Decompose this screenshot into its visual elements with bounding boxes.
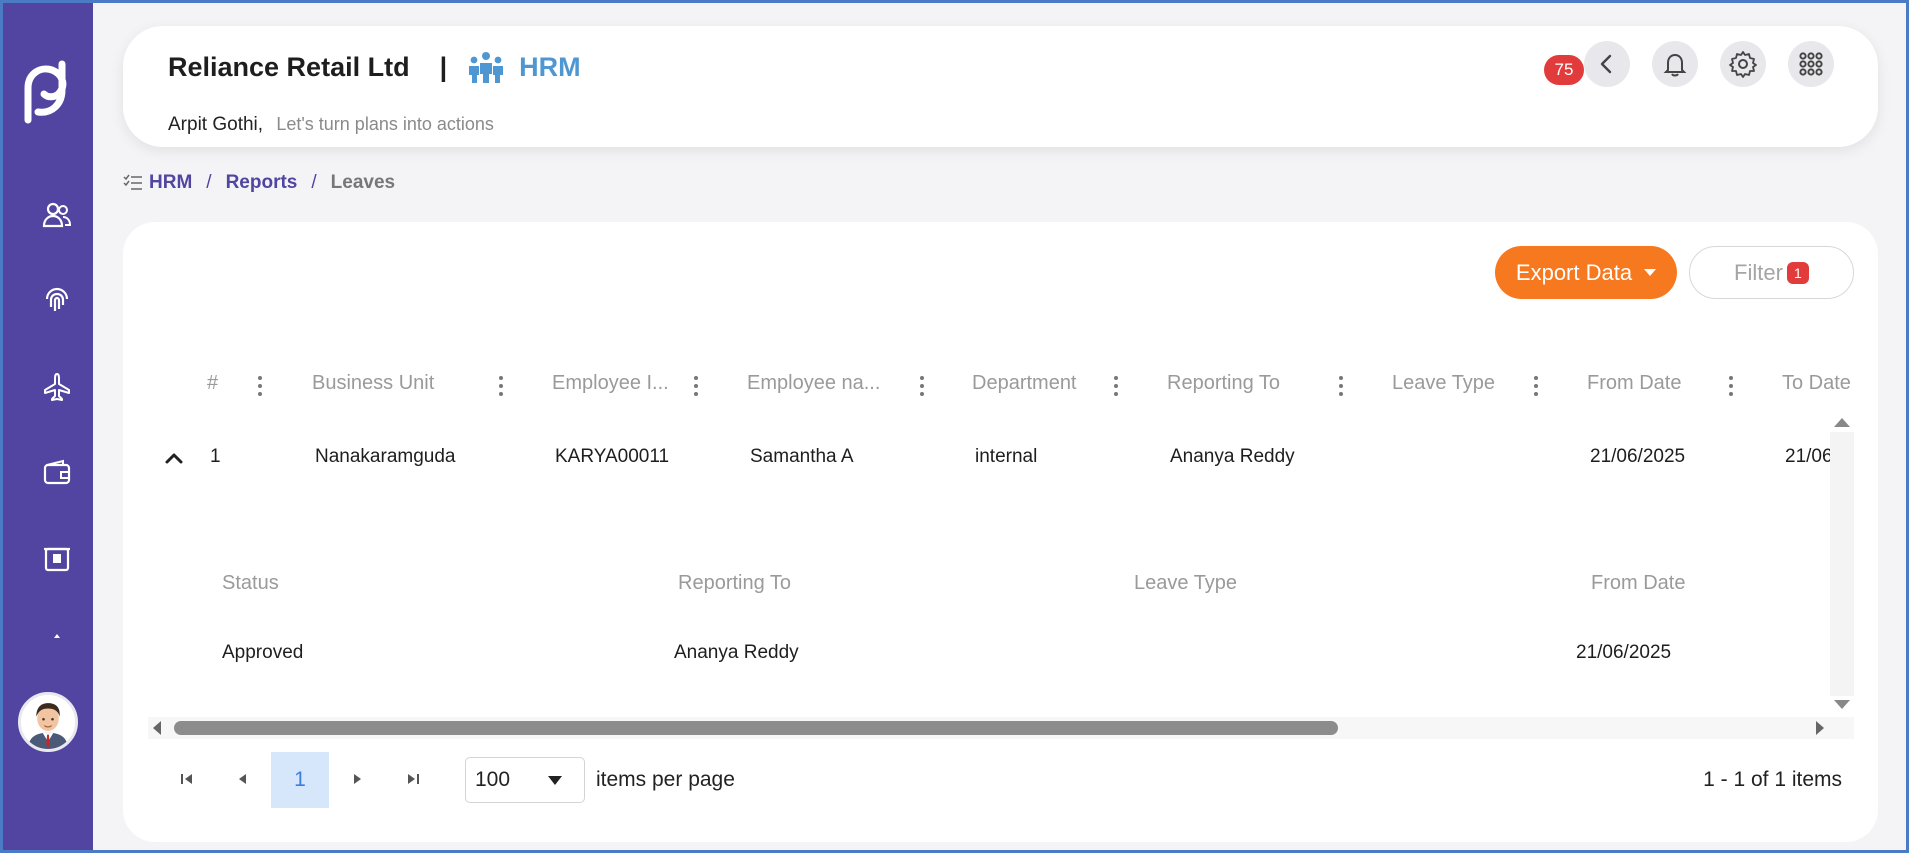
column-header-index[interactable]: # xyxy=(207,372,218,402)
horizontal-scroll-thumb[interactable] xyxy=(174,721,1338,735)
column-header-employee-id[interactable]: Employee I... xyxy=(552,372,669,402)
first-page-icon xyxy=(181,774,192,784)
column-menu-icon[interactable] xyxy=(693,376,699,398)
detail-header-from-date: From Date xyxy=(1591,572,1686,594)
id-card-icon[interactable] xyxy=(40,542,74,576)
back-button[interactable] xyxy=(1584,41,1630,87)
column-header-reporting-to[interactable]: Reporting To xyxy=(1167,372,1280,402)
title-separator: | xyxy=(439,51,448,82)
column-header-employee-name[interactable]: Employee na... xyxy=(747,372,880,402)
wallet-icon[interactable] xyxy=(40,456,74,490)
previous-page-icon xyxy=(239,774,246,784)
collapse-row-icon[interactable] xyxy=(163,447,185,469)
dropdown-caret-icon xyxy=(548,776,562,785)
detail-header-reporting-to: Reporting To xyxy=(678,572,792,594)
detail-from-date: 21/06/2025 xyxy=(1576,642,1672,663)
cell-department: internal xyxy=(975,446,1038,467)
column-header-from-date[interactable]: From Date xyxy=(1587,372,1681,402)
users-icon[interactable] xyxy=(40,198,74,232)
export-data-label: Export Data xyxy=(1515,259,1633,285)
breadcrumb: HRM / Reports / Leaves xyxy=(123,172,395,194)
filter-count-badge: 1 xyxy=(1786,261,1809,284)
breadcrumb-separator: / xyxy=(311,172,317,193)
pager-info: 1 - 1 of 1 items xyxy=(1703,768,1842,791)
last-page-button[interactable] xyxy=(398,764,428,794)
company-name: Reliance Retail Ltd xyxy=(168,51,410,82)
module-name[interactable]: HRM xyxy=(519,52,581,83)
detail-reporting-to: Ananya Reddy xyxy=(674,642,799,663)
scroll-left-icon[interactable] xyxy=(153,721,161,735)
page-size-value: 100 xyxy=(475,768,511,791)
logo-icon[interactable] xyxy=(22,60,72,124)
column-menu-icon[interactable] xyxy=(1533,376,1539,398)
column-menu-icon[interactable] xyxy=(919,376,925,398)
caret-down-icon xyxy=(1644,269,1657,276)
apps-grid-icon xyxy=(1799,52,1823,76)
column-menu-icon[interactable] xyxy=(1113,376,1119,398)
detail-header-leave-type: Leave Type xyxy=(1134,572,1238,594)
page-size-label: items per page xyxy=(596,768,735,791)
tagline: Let's turn plans into actions xyxy=(276,114,494,134)
gear-icon xyxy=(1729,51,1757,78)
scroll-right-icon[interactable] xyxy=(1816,721,1824,735)
cell-business-unit: Nanakaramguda xyxy=(315,446,456,467)
breadcrumb-separator: / xyxy=(206,172,212,193)
company-title: Reliance Retail Ltd | HRM xyxy=(168,50,581,84)
bell-icon xyxy=(1663,53,1687,77)
last-page-icon xyxy=(408,774,419,784)
notifications-button[interactable] xyxy=(1652,41,1698,87)
cell-employee-name: Samantha A xyxy=(750,446,854,467)
first-page-button[interactable] xyxy=(172,764,202,794)
breadcrumb-reports[interactable]: Reports xyxy=(226,172,298,194)
fingerprint-icon[interactable] xyxy=(40,284,74,318)
cell-employee-id: KARYA00011 xyxy=(555,446,670,467)
column-header-leave-type[interactable]: Leave Type xyxy=(1392,372,1495,402)
scroll-down-icon[interactable] xyxy=(1834,700,1850,709)
column-menu-icon[interactable] xyxy=(498,376,504,398)
breadcrumb-leaves: Leaves xyxy=(330,172,396,193)
column-header-business-unit[interactable]: Business Unit xyxy=(312,372,434,402)
settings-button[interactable] xyxy=(1720,41,1766,87)
hrm-people-icon xyxy=(469,52,504,83)
column-header-to-date[interactable]: To Date xyxy=(1782,372,1851,402)
detail-status: Approved xyxy=(222,642,304,663)
sidebar xyxy=(0,0,93,853)
previous-page-button[interactable] xyxy=(228,764,258,794)
caret-up-icon[interactable] xyxy=(40,619,74,653)
page-size-select[interactable]: 100 xyxy=(465,757,585,803)
export-data-button[interactable]: Export Data xyxy=(1495,246,1677,299)
user-greeting: Arpit Gothi, Let's turn plans into actio… xyxy=(168,114,494,136)
apps-button[interactable] xyxy=(1788,41,1834,87)
breadcrumb-hrm[interactable]: HRM xyxy=(149,172,192,194)
cell-reporting-to: Ananya Reddy xyxy=(1170,446,1295,467)
page-number-current[interactable]: 1 xyxy=(271,752,329,808)
cell-to-date: 21/06 xyxy=(1785,446,1830,467)
detail-header-status: Status xyxy=(222,572,279,594)
report-card xyxy=(123,222,1878,842)
column-menu-icon[interactable] xyxy=(1338,376,1344,398)
notification-badge: 75 xyxy=(1544,55,1584,85)
cell-index: 1 xyxy=(210,446,221,467)
user-name: Arpit Gothi, xyxy=(168,114,264,135)
cell-from-date: 21/06/2025 xyxy=(1590,446,1686,467)
vertical-scrollbar[interactable] xyxy=(1830,432,1854,696)
plane-icon[interactable] xyxy=(40,370,74,404)
next-page-button[interactable] xyxy=(342,764,372,794)
column-menu-icon[interactable] xyxy=(1728,376,1734,398)
filter-button[interactable]: Filter 1 xyxy=(1689,246,1854,299)
scroll-up-icon[interactable] xyxy=(1834,418,1850,427)
column-menu-icon[interactable] xyxy=(257,376,263,398)
column-header-department[interactable]: Department xyxy=(972,372,1077,402)
back-icon xyxy=(1600,54,1612,74)
next-page-icon xyxy=(354,774,361,784)
list-check-icon xyxy=(123,174,142,190)
filter-label: Filter xyxy=(1734,259,1783,285)
avatar[interactable] xyxy=(18,692,78,752)
